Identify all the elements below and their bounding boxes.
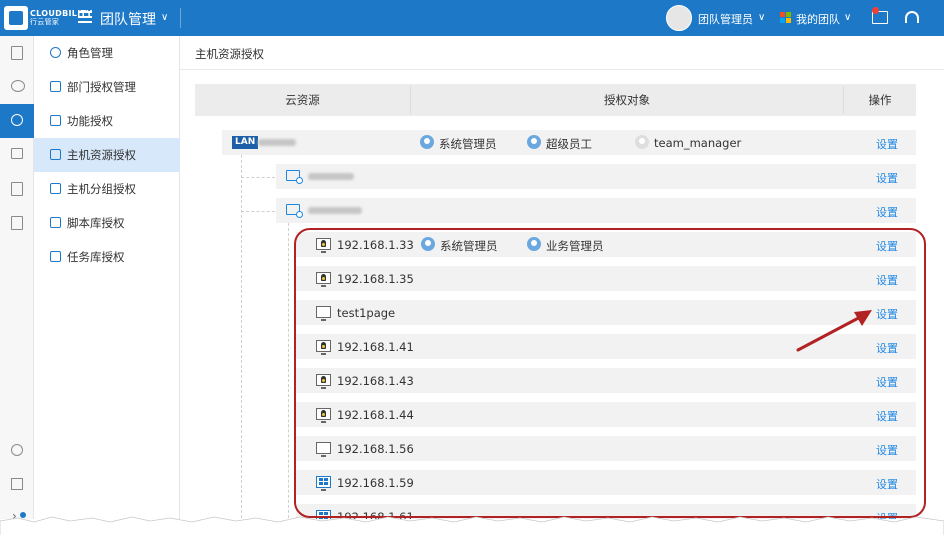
rail-book-icon[interactable] [0, 206, 34, 240]
table-row-lan[interactable]: LAN 系统管理员 超级员工 team_manager 设置 [222, 130, 916, 155]
table-row-group[interactable]: 设置 [276, 164, 916, 189]
notification-dot [872, 7, 879, 14]
tree-line [288, 223, 289, 523]
table-row-group[interactable]: 设置 [276, 198, 916, 223]
grantee-label: 系统管理员 [439, 137, 497, 151]
redacted-name [308, 207, 362, 214]
menu-item-label: 任务库授权 [67, 250, 125, 264]
setting-link[interactable]: 设置 [876, 170, 898, 186]
cloudbility-logo[interactable] [4, 6, 28, 30]
grantee-label: 超级员工 [546, 137, 592, 151]
team-chevron-icon[interactable]: ∨ [844, 12, 851, 23]
support-headset-icon[interactable] [905, 11, 919, 23]
folder-icon [50, 183, 61, 194]
redacted-name [258, 139, 296, 146]
header-action: 操作 [868, 93, 892, 107]
menu-item-feature-auth[interactable]: 功能授权 [34, 104, 180, 138]
annotation-arrow-icon [796, 310, 872, 352]
setting-link[interactable]: 设置 [876, 204, 898, 220]
host-group-icon [286, 170, 303, 184]
page-title: 主机资源授权 [195, 47, 264, 61]
grantee-label: team_manager [654, 136, 742, 150]
title-divider [180, 69, 944, 70]
top-bar: CLOUDBILITY 行云管家 团队管理 ∨ 团队管理员 ∨ 我的团队 ∨ [0, 0, 944, 36]
menu-item-department-auth[interactable]: 部门授权管理 [34, 70, 180, 104]
header-cloud-resource: 云资源 [285, 93, 320, 107]
rail-users-icon[interactable] [0, 70, 34, 104]
rail-document-icon[interactable] [0, 36, 34, 70]
annotation-highlight-box [294, 228, 926, 518]
monitor-icon [50, 149, 61, 160]
team-name[interactable]: 我的团队 [796, 11, 840, 27]
host-group-icon [286, 204, 303, 218]
lan-badge: LAN [232, 136, 259, 149]
redacted-name [308, 173, 354, 180]
menu-item-task-lib-auth[interactable]: 任务库授权 [34, 240, 180, 274]
menu-item-label: 部门授权管理 [67, 80, 136, 94]
side-menu: 角色管理 部门授权管理 功能授权 主机资源授权 主机分组授权 脚本库授权 任务库… [34, 36, 180, 541]
header-divider [180, 8, 181, 28]
script-icon [50, 217, 61, 228]
rail-team-settings-icon[interactable] [0, 104, 34, 138]
user-chevron-icon[interactable]: ∨ [758, 12, 765, 23]
menu-item-label: 主机资源授权 [67, 148, 136, 162]
app-title[interactable]: 团队管理 [100, 9, 156, 29]
menu-item-label: 主机分组授权 [67, 182, 136, 196]
rail-search-icon[interactable] [11, 444, 23, 456]
icon-rail: › [0, 36, 34, 541]
menu-item-host-group-auth[interactable]: 主机分组授权 [34, 172, 180, 206]
user-avatar-icon [635, 135, 649, 149]
user-name[interactable]: 团队管理员 [698, 11, 753, 27]
menu-item-script-lib-auth[interactable]: 脚本库授权 [34, 206, 180, 240]
table-header: 云资源 授权对象 操作 [195, 84, 916, 116]
list-icon [50, 115, 61, 126]
task-icon [50, 251, 61, 262]
menu-item-roles[interactable]: 角色管理 [34, 36, 180, 70]
torn-edge [0, 516, 944, 541]
menu-item-label: 功能授权 [67, 114, 113, 128]
menu-item-label: 角色管理 [67, 46, 113, 60]
org-chart-icon [50, 81, 61, 92]
rail-clipboard-icon[interactable] [0, 172, 34, 206]
chevron-down-icon[interactable]: ∨ [161, 12, 168, 23]
tree-line [241, 211, 275, 212]
menu-item-label: 脚本库授权 [67, 216, 125, 230]
tree-line [241, 177, 275, 178]
rail-task-icon[interactable] [11, 478, 23, 490]
user-group-icon [527, 135, 541, 149]
menu-toggle-icon[interactable] [78, 11, 92, 23]
rail-monitor-icon[interactable] [0, 138, 34, 172]
menu-item-host-resource-auth[interactable]: 主机资源授权 [34, 138, 180, 172]
avatar[interactable] [666, 5, 692, 31]
role-icon [50, 47, 61, 58]
setting-link[interactable]: 设置 [876, 136, 898, 152]
windows-team-icon [780, 12, 792, 24]
user-group-icon [420, 135, 434, 149]
header-grantee: 授权对象 [604, 93, 650, 107]
